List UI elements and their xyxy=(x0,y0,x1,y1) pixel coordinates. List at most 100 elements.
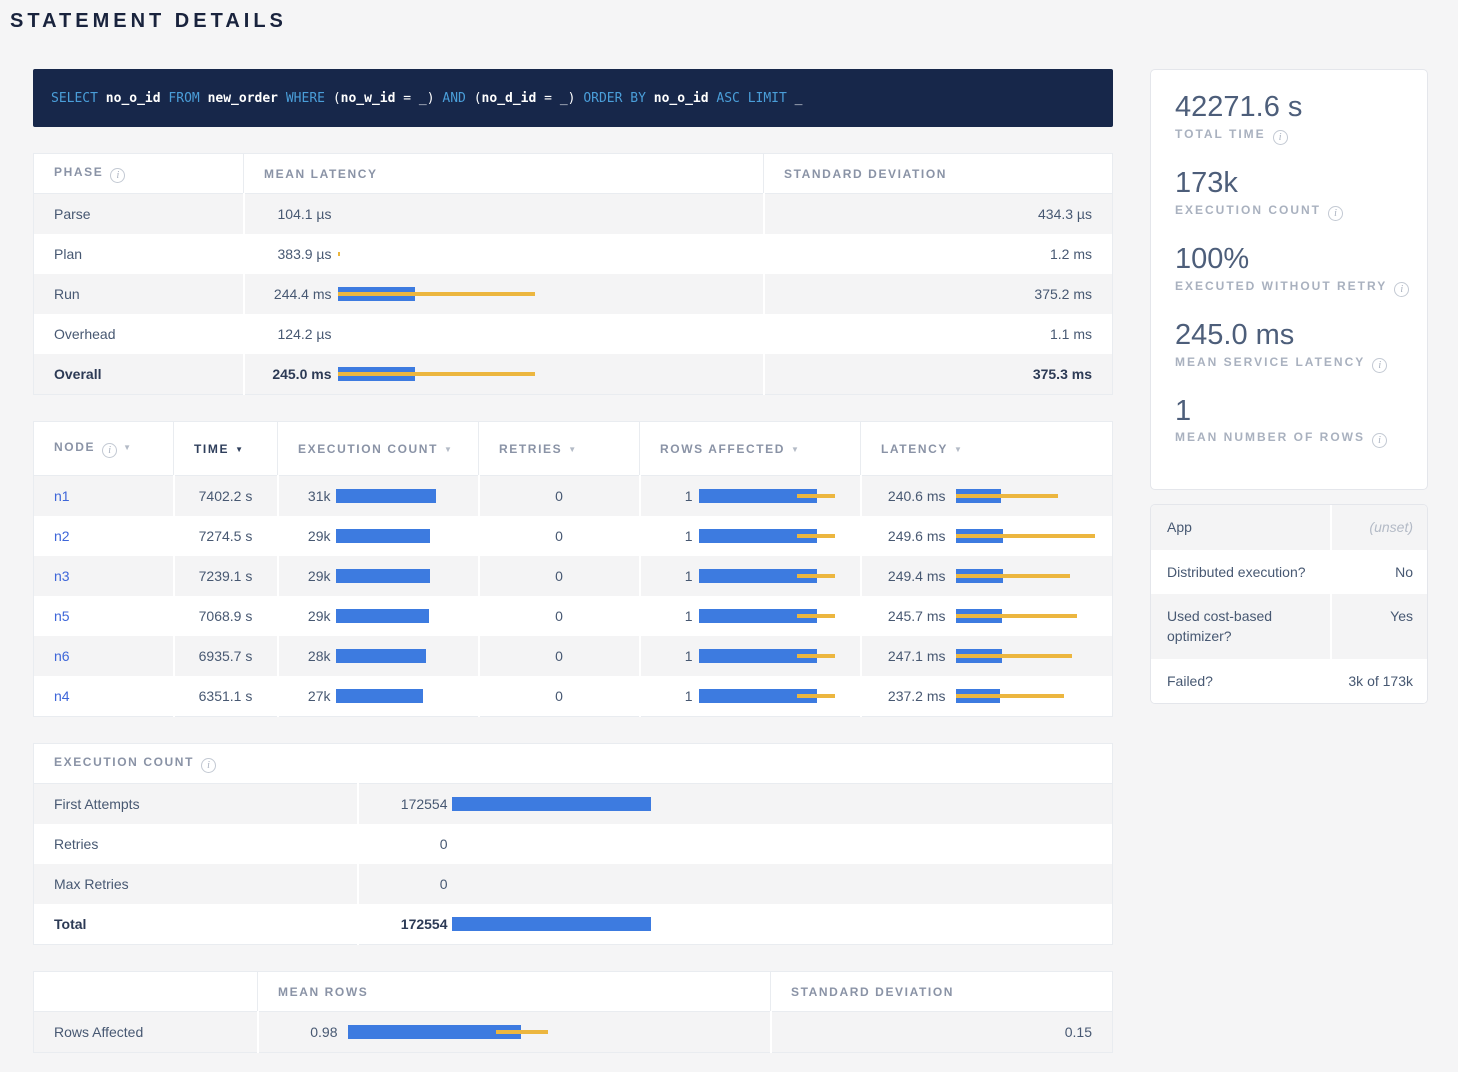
mean-rows-bar xyxy=(348,1025,770,1039)
std-dev-value: 0.15 xyxy=(771,1012,1113,1053)
table-row: Total 172554 xyxy=(34,904,1113,945)
sql-token-id: no_d_id xyxy=(482,91,537,106)
rows-affected-value: 1 xyxy=(641,488,693,504)
page-layout: SELECT no_o_id FROM new_order WHERE (no_… xyxy=(33,69,1458,1053)
rows-affected-column-header[interactable]: Rows Affected▼ xyxy=(640,422,861,476)
sql-statement: SELECT no_o_id FROM new_order WHERE (no_… xyxy=(33,69,1113,127)
execution-count-column-header[interactable]: Execution Count▼ xyxy=(278,422,479,476)
sql-token-kw: SELECT xyxy=(51,91,106,106)
info-icon[interactable]: i xyxy=(201,758,216,773)
time-value: 7402.2 s xyxy=(174,476,278,517)
sql-token-kw: ORDER BY xyxy=(583,91,653,106)
metric-mean-number-of-rows: 1 Mean Number of Rowsi xyxy=(1175,396,1427,449)
table-row: n6 6935.7 s 28k 0 1 247.1 ms xyxy=(34,636,1113,676)
sql-token-sym: ( xyxy=(474,91,482,106)
node-link[interactable]: n4 xyxy=(54,688,70,704)
side-column: 42271.6 s Total Timei 173k Execution Cou… xyxy=(1150,69,1428,704)
latency-value: 249.6 ms xyxy=(862,528,946,544)
metric-value: 173k xyxy=(1175,168,1427,200)
rows-affected-label: Rows Affected xyxy=(34,1012,258,1053)
node-link[interactable]: n2 xyxy=(54,528,70,544)
table-row: Rows Affected 0.98 0.15 xyxy=(34,1012,1113,1053)
count-bar xyxy=(452,797,1113,811)
sql-token-kw: AND xyxy=(442,91,473,106)
retries-value: 0 xyxy=(479,556,640,596)
mean-latency-value: 244.4 ms xyxy=(245,286,332,302)
execution-count-bar xyxy=(336,569,478,583)
detail-value: No xyxy=(1332,550,1427,594)
sql-token-sym: = _) xyxy=(395,91,442,106)
execution-count-value: 28k xyxy=(279,648,331,664)
mean-latency-value: 383.9 µs xyxy=(245,246,332,262)
phase-name: Overhead xyxy=(34,314,244,354)
info-icon[interactable]: i xyxy=(1372,433,1387,448)
metric-total-time: 42271.6 s Total Timei xyxy=(1175,92,1427,145)
sql-token-id: no_w_id xyxy=(341,91,396,106)
node-column-header[interactable]: Nodei▼ xyxy=(34,422,174,476)
table-row: Max Retries 0 xyxy=(34,864,1113,904)
table-row: n2 7274.5 s 29k 0 1 249.6 ms xyxy=(34,516,1113,556)
info-icon[interactable]: i xyxy=(1273,130,1288,145)
execution-count-bar xyxy=(336,489,478,503)
detail-row-cost-based-optimizer: Used cost-based optimizer? Yes xyxy=(1151,594,1427,659)
metric-value: 100% xyxy=(1175,244,1427,276)
latency-value: 237.2 ms xyxy=(862,688,946,704)
latency-bar xyxy=(338,287,763,301)
metric-value: 42271.6 s xyxy=(1175,92,1427,124)
rows-affected-bar xyxy=(699,489,860,503)
info-icon[interactable]: i xyxy=(110,168,125,183)
info-icon[interactable]: i xyxy=(102,443,117,458)
info-icon[interactable]: i xyxy=(1372,358,1387,373)
node-link[interactable]: n1 xyxy=(54,488,70,504)
detail-row-distributed-execution: Distributed execution? No xyxy=(1151,550,1427,594)
phase-name: Plan xyxy=(34,234,244,274)
table-row: Plan 383.9 µs 1.2 ms xyxy=(34,234,1113,274)
latency-bar xyxy=(956,569,1113,583)
mean-latency-value: 124.2 µs xyxy=(245,326,332,342)
sql-token-kw: FROM xyxy=(168,91,207,106)
execution-count-value: 29k xyxy=(279,568,331,584)
latency-bar xyxy=(956,689,1113,703)
metric-label: Mean Service Latencyi xyxy=(1175,355,1427,373)
info-icon[interactable]: i xyxy=(1328,206,1343,221)
info-icon[interactable]: i xyxy=(1394,282,1409,297)
retries-column-header[interactable]: Retries▼ xyxy=(479,422,640,476)
latency-bar xyxy=(956,489,1113,503)
table-row: Overall 245.0 ms 375.3 ms xyxy=(34,354,1113,395)
rows-affected-header-row: Mean Rows Standard Deviation xyxy=(34,972,1113,1012)
latency-value: 245.7 ms xyxy=(862,608,946,624)
detail-value: (unset) xyxy=(1332,505,1427,549)
std-dev-column-header: Standard Deviation xyxy=(771,972,1113,1012)
node-link[interactable]: n5 xyxy=(54,608,70,624)
rows-affected-bar xyxy=(699,649,860,663)
detail-label: Distributed execution? xyxy=(1151,550,1332,594)
latency-value: 247.1 ms xyxy=(862,648,946,664)
rows-affected-value: 1 xyxy=(641,608,693,624)
std-dev-value: 434.3 µs xyxy=(764,194,1113,235)
time-column-header[interactable]: Time▼ xyxy=(174,422,278,476)
table-row: First Attempts 172554 xyxy=(34,784,1113,825)
phase-name: Overall xyxy=(34,354,244,395)
node-table: Nodei▼ Time▼ Execution Count▼ Retries▼ R… xyxy=(33,421,1113,717)
metric-label: Mean Number of Rowsi xyxy=(1175,430,1427,448)
sql-token-id: no_o_id xyxy=(654,91,717,106)
main-column: SELECT no_o_id FROM new_order WHERE (no_… xyxy=(33,69,1113,1053)
latency-column-header[interactable]: Latency▼ xyxy=(861,422,1113,476)
details-card: App (unset) Distributed execution? No Us… xyxy=(1150,504,1428,703)
node-link[interactable]: n3 xyxy=(54,568,70,584)
retries-value: 0 xyxy=(479,676,640,717)
std-dev-value: 1.1 ms xyxy=(764,314,1113,354)
execution-count-table: Execution Counti First Attempts 172554 R… xyxy=(33,743,1113,945)
std-dev-value: 375.2 ms xyxy=(764,274,1113,314)
table-row: n5 7068.9 s 29k 0 1 245.7 ms xyxy=(34,596,1113,636)
table-row: Run 244.4 ms 375.2 ms xyxy=(34,274,1113,314)
node-link[interactable]: n6 xyxy=(54,648,70,664)
mean-latency-value: 245.0 ms xyxy=(245,366,332,382)
sql-token-kw: ASC LIMIT xyxy=(716,91,794,106)
sql-token-sym: = _) xyxy=(536,91,583,106)
sort-arrow-icon: ▼ xyxy=(568,445,578,454)
exec-row-label: Max Retries xyxy=(34,864,358,904)
metric-label: Total Timei xyxy=(1175,127,1427,145)
detail-row-app: App (unset) xyxy=(1151,505,1427,549)
metric-value: 1 xyxy=(1175,396,1427,428)
